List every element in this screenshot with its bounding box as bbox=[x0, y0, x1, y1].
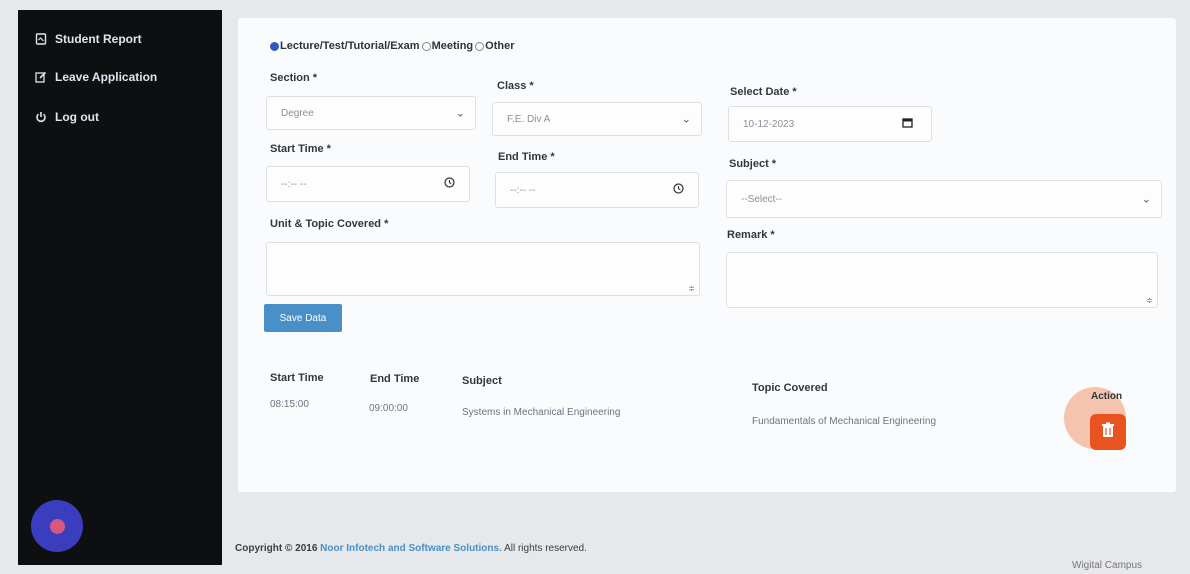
sidebar-item-logout[interactable]: Log out bbox=[34, 110, 99, 124]
end-time-label: End Time * bbox=[498, 151, 555, 163]
sidebar-item-label: Leave Application bbox=[55, 70, 158, 84]
subject-select[interactable]: --Select-- ⌄ bbox=[726, 180, 1162, 218]
clock-icon[interactable] bbox=[444, 177, 455, 191]
radio-other-label: Other bbox=[485, 40, 515, 52]
entry-type-radio-group: Lecture/Test/Tutorial/Exam Meeting Other bbox=[270, 40, 514, 52]
section-select[interactable]: Degree ⌄ bbox=[266, 96, 476, 130]
remark-label: Remark * bbox=[727, 229, 775, 241]
col-header-action: Action bbox=[1091, 391, 1123, 402]
remark-textarea[interactable]: ≑ bbox=[726, 252, 1158, 308]
calendar-icon[interactable] bbox=[902, 117, 913, 131]
radio-lecture-label: Lecture/Test/Tutorial/Exam bbox=[280, 40, 420, 52]
chat-bubble-button[interactable] bbox=[31, 500, 83, 552]
radio-other[interactable] bbox=[475, 41, 485, 51]
unit-topic-textarea[interactable]: ≑ bbox=[266, 242, 700, 296]
save-data-button[interactable]: Save Data bbox=[264, 304, 342, 332]
report-icon bbox=[34, 32, 48, 46]
sidebar: Student Report Leave Application Log out bbox=[18, 10, 222, 565]
class-label: Class * bbox=[497, 80, 534, 92]
company-link[interactable]: Noor Infotech and Software Solutions. bbox=[320, 543, 502, 554]
radio-lecture[interactable] bbox=[270, 41, 279, 51]
resize-handle-icon[interactable]: ≑ bbox=[1146, 296, 1153, 305]
unit-topic-label: Unit & Topic Covered * bbox=[270, 218, 389, 230]
radio-meeting[interactable] bbox=[421, 41, 431, 51]
delete-button[interactable] bbox=[1090, 414, 1126, 450]
col-header-start-time: Start Time bbox=[270, 372, 324, 384]
col-header-subject: Subject bbox=[462, 375, 502, 387]
date-label: Select Date * bbox=[730, 86, 797, 98]
class-select[interactable]: F.E. Div A ⌄ bbox=[492, 102, 702, 136]
clock-icon[interactable] bbox=[673, 183, 684, 197]
chevron-down-icon: ⌄ bbox=[455, 107, 465, 120]
sidebar-item-label: Student Report bbox=[55, 32, 142, 46]
start-time-label: Start Time * bbox=[270, 143, 331, 155]
start-time-input[interactable]: --:-- -- bbox=[266, 166, 470, 202]
cell-start-time: 08:15:00 bbox=[270, 399, 309, 410]
dot-icon bbox=[49, 518, 65, 534]
subject-label: Subject * bbox=[729, 158, 777, 170]
cell-subject: Systems in Mechanical Engineering bbox=[462, 407, 621, 418]
date-input[interactable]: 10-12-2023 bbox=[728, 106, 932, 142]
sidebar-item-label: Log out bbox=[55, 110, 99, 124]
cell-topic: Fundamentals of Mechanical Engineering bbox=[752, 416, 936, 427]
trash-icon bbox=[1101, 422, 1115, 443]
end-time-input[interactable]: --:-- -- bbox=[495, 172, 699, 208]
section-label: Section * bbox=[270, 72, 318, 84]
chevron-down-icon: ⌄ bbox=[681, 113, 691, 126]
col-header-topic: Topic Covered bbox=[752, 382, 828, 394]
power-icon bbox=[34, 110, 48, 124]
brand-text: Wigital Campus bbox=[1072, 560, 1143, 571]
copyright-text: Copyright © 2016 Noor Infotech and Softw… bbox=[235, 543, 587, 554]
resize-handle-icon[interactable]: ≑ bbox=[688, 284, 695, 293]
col-header-end-time: End Time bbox=[370, 373, 420, 385]
sidebar-item-student-report[interactable]: Student Report bbox=[34, 32, 142, 46]
sidebar-item-leave-application[interactable]: Leave Application bbox=[34, 70, 157, 84]
chevron-down-icon: ⌄ bbox=[1141, 193, 1151, 206]
edit-icon bbox=[34, 70, 48, 84]
cell-end-time: 09:00:00 bbox=[369, 403, 408, 414]
radio-meeting-label: Meeting bbox=[431, 40, 474, 52]
